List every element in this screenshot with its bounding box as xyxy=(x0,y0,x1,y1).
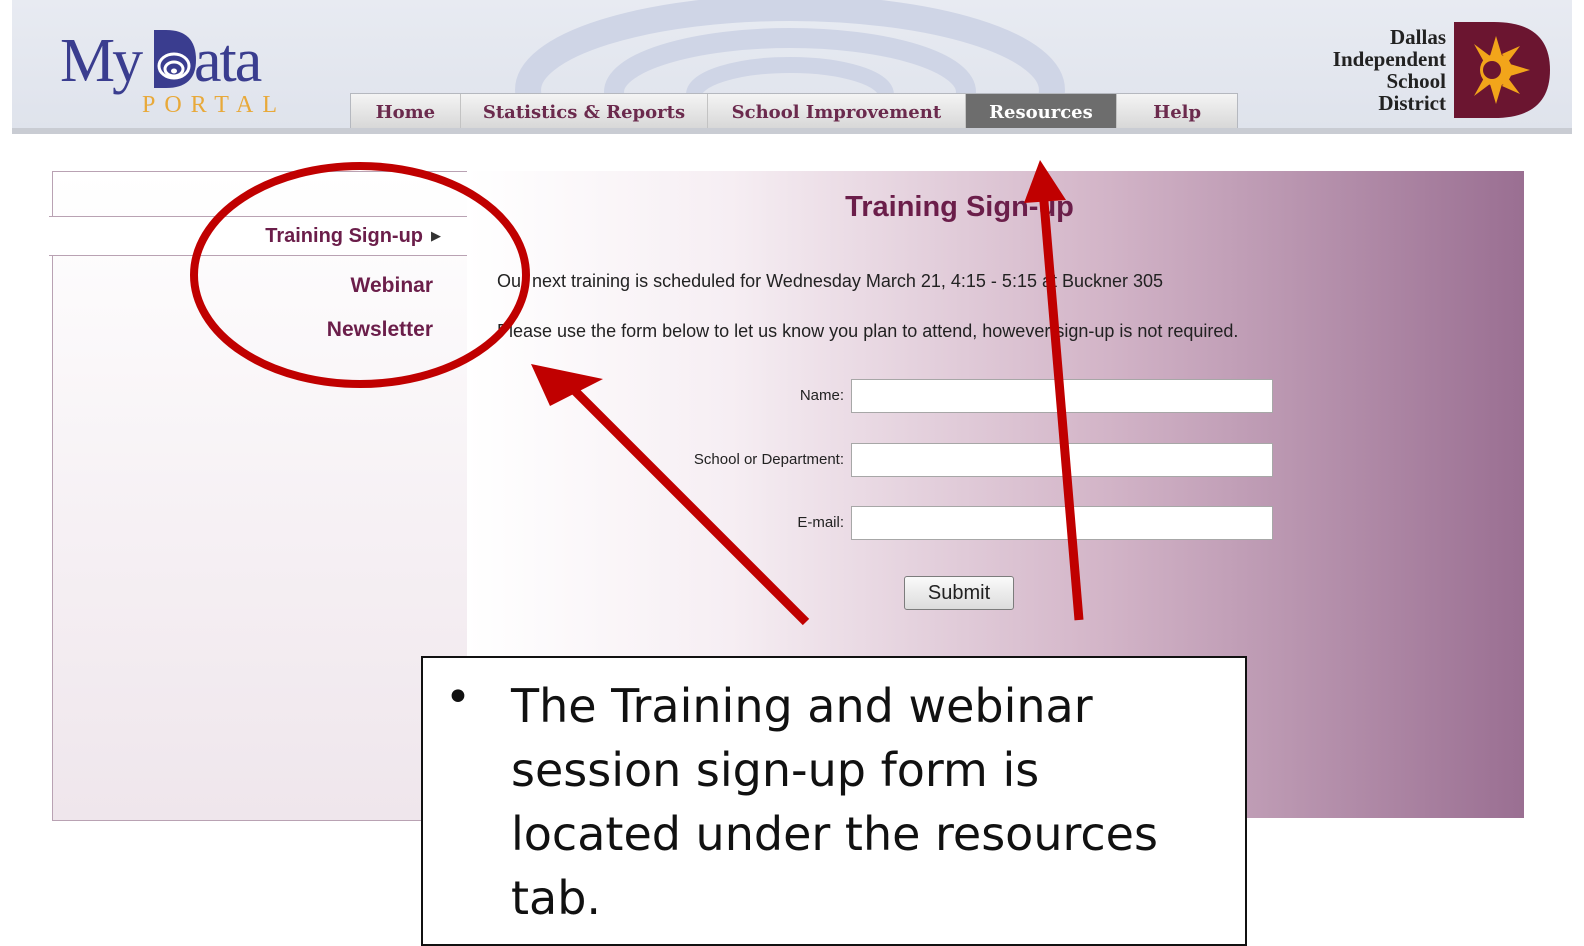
tab-resources-label: Resources xyxy=(989,101,1093,123)
disd-sun-logo-icon xyxy=(1454,22,1550,118)
tab-school-improvement[interactable]: School Improvement xyxy=(708,94,966,128)
tab-statistics-reports-label: Statistics & Reports xyxy=(482,101,686,123)
sidebar-item-webinar[interactable]: Webinar xyxy=(351,274,433,298)
sidebar-item-training-signup-label: Training Sign-up xyxy=(265,224,423,247)
tab-help[interactable]: Help xyxy=(1117,94,1237,128)
main-nav: Home Statistics & Reports School Improve… xyxy=(350,93,1238,128)
site-header: My ata PORTAL Home Statistics & Reports … xyxy=(12,0,1572,134)
tab-home-label: Home xyxy=(375,101,436,123)
district-line-3: School xyxy=(1386,69,1446,93)
district-name: Dallas Independent School District xyxy=(1333,26,1446,114)
schedule-text: Our next training is scheduled for Wedne… xyxy=(497,271,1164,291)
logo-d-swirl-icon xyxy=(154,30,196,88)
tab-school-improvement-label: School Improvement xyxy=(731,101,942,123)
email-input[interactable] xyxy=(851,506,1273,540)
department-label: School or Department: xyxy=(693,451,844,468)
tab-statistics-reports[interactable]: Statistics & Reports xyxy=(461,94,709,128)
logo-ata-text: ata xyxy=(194,27,262,95)
logo-portal-text: PORTAL xyxy=(142,92,286,118)
instructions-text: Please use the form below to let us know… xyxy=(497,321,1239,341)
callout-text: The Training and webinar session sign-up… xyxy=(511,679,1158,925)
email-label: E-mail: xyxy=(797,514,844,531)
district-line-2: Independent xyxy=(1332,47,1446,71)
sidebar: Training Sign-up ▶ Webinar Newsletter xyxy=(49,171,468,821)
department-input[interactable] xyxy=(851,443,1273,477)
caret-right-icon: ▶ xyxy=(431,228,441,243)
logo-my-text: My xyxy=(60,27,143,95)
name-label: Name: xyxy=(799,387,844,404)
tab-help-label: Help xyxy=(1153,101,1202,123)
sidebar-item-newsletter-label: Newsletter xyxy=(326,318,433,341)
sidebar-item-newsletter[interactable]: Newsletter xyxy=(327,318,433,342)
tab-resources[interactable]: Resources xyxy=(965,94,1118,128)
sidebar-item-training-signup[interactable]: Training Sign-up ▶ xyxy=(49,216,467,256)
submit-button[interactable]: Submit xyxy=(904,576,1014,610)
page-title: Training Sign-up xyxy=(845,191,1074,223)
name-input[interactable] xyxy=(851,379,1273,413)
sidebar-item-webinar-label: Webinar xyxy=(350,274,433,297)
annotation-callout: • The Training and webinar session sign-… xyxy=(421,656,1247,946)
tab-home[interactable]: Home xyxy=(351,94,461,128)
district-line-1: Dallas xyxy=(1389,25,1446,49)
district-line-4: District xyxy=(1378,91,1446,115)
callout-bullet: • xyxy=(445,672,471,723)
